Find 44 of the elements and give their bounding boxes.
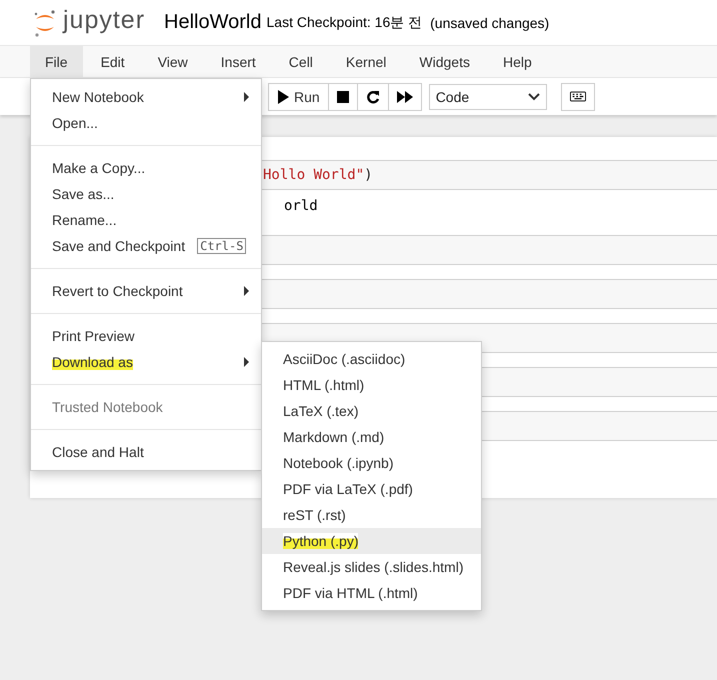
menu-item[interactable]: Cell [274, 46, 328, 77]
stop-button[interactable] [328, 82, 358, 110]
menu-item[interactable]: Edit [86, 46, 140, 77]
menu-item[interactable]: Widgets [404, 46, 485, 77]
menu-option[interactable]: Markdown (.md) [262, 424, 481, 450]
logo-icon [33, 8, 57, 36]
run-button[interactable]: Run [268, 82, 329, 110]
menu-option[interactable]: PDF via HTML (.html) [262, 580, 481, 606]
menu-option[interactable]: Revert to Checkpoint [31, 278, 261, 304]
fast-forward-icon [396, 90, 413, 102]
cell-type-dropdown[interactable]: Code [428, 84, 547, 110]
restart-icon [366, 90, 380, 104]
menu-item[interactable]: Insert [206, 46, 271, 77]
code-line: Hollo World") [263, 167, 373, 183]
menu-option[interactable]: Reveal.js slides (.slides.html) [262, 554, 481, 580]
play-icon [277, 90, 289, 104]
run-all-button[interactable] [388, 82, 422, 110]
keyboard-icon [570, 91, 586, 102]
save-status: (unsaved changes) [430, 14, 550, 30]
menu-option[interactable]: AsciiDoc (.asciidoc) [262, 346, 481, 372]
menu-option[interactable]: PDF via LaTeX (.pdf) [262, 476, 481, 502]
checkpoint-text: Last Checkpoint: 16분 전 [266, 14, 422, 32]
keyboard-button[interactable] [560, 82, 595, 110]
restart-button[interactable] [356, 82, 389, 110]
menu-option[interactable]: New Notebook [31, 84, 261, 110]
menu-option[interactable]: HTML (.html) [262, 372, 481, 398]
menu-item[interactable]: Kernel [330, 46, 402, 77]
shortcut-key: Ctrl-S [197, 238, 246, 254]
menu-option[interactable]: Print Preview [31, 323, 261, 349]
menu-option[interactable]: reST (.rst) [262, 502, 481, 528]
cell-output: orld [284, 198, 318, 214]
menu-option[interactable]: Rename... [31, 207, 261, 233]
menu-option[interactable]: LaTeX (.tex) [262, 398, 481, 424]
notebook-title[interactable]: HelloWorld [164, 11, 262, 34]
stop-icon [336, 90, 349, 102]
menu-option[interactable]: Open... [31, 110, 261, 136]
menu-option[interactable]: Notebook (.ipynb) [262, 450, 481, 476]
caret-icon [528, 92, 540, 100]
menu-option[interactable]: Save and Checkpoint Ctrl-S [31, 233, 261, 259]
logo-text: jupyter [63, 6, 146, 35]
menu-item[interactable]: File [30, 46, 83, 77]
menu-option[interactable]: Close and Halt [31, 439, 261, 465]
menu-item[interactable]: Help [488, 46, 547, 77]
menu-item[interactable]: View [142, 46, 203, 77]
